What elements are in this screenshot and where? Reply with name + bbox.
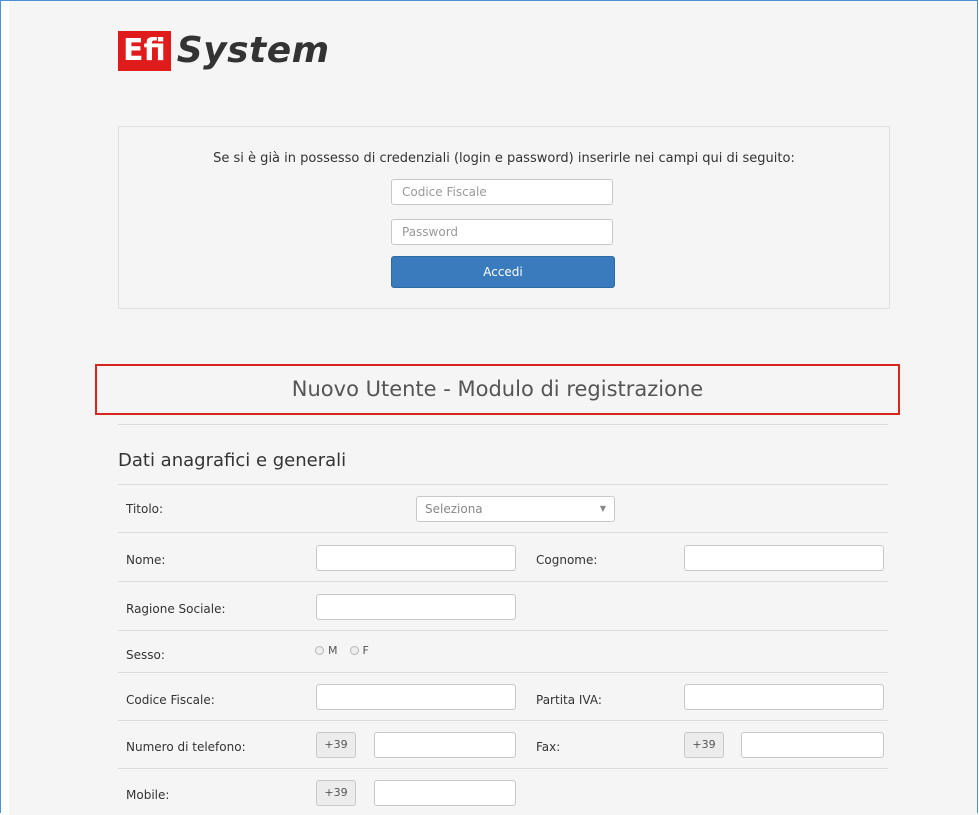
login-codice-fiscale-input[interactable]: [391, 179, 613, 205]
form-row-nome: Nome: Cognome:: [118, 532, 888, 582]
titolo-label: Titolo:: [126, 502, 164, 516]
accedi-button[interactable]: Accedi: [391, 256, 615, 288]
nome-input[interactable]: [316, 545, 516, 571]
form-row-sesso: Sesso: M F: [118, 630, 888, 673]
telefono-label: Numero di telefono:: [126, 740, 246, 754]
form-row-ragione-sociale: Ragione Sociale:: [118, 581, 888, 631]
codice-fiscale-input[interactable]: [316, 684, 516, 710]
fax-input[interactable]: [741, 732, 884, 758]
efi-system-logo: Efi System: [118, 31, 330, 71]
sesso-label: Sesso:: [126, 648, 165, 662]
form-row-codice-fiscale: Codice Fiscale: Partita IVA:: [118, 672, 888, 721]
form-row-telefono: Numero di telefono: +39 Fax: +39: [118, 720, 888, 769]
partita-iva-input[interactable]: [684, 684, 884, 710]
codice-fiscale-label: Codice Fiscale:: [126, 693, 215, 707]
mobile-label: Mobile:: [126, 788, 170, 802]
cognome-input[interactable]: [684, 545, 884, 571]
nome-label: Nome:: [126, 553, 166, 567]
titolo-select-value: Seleziona: [425, 502, 483, 516]
sesso-f-radio[interactable]: [349, 646, 359, 655]
form-row-mobile: Mobile: +39: [118, 768, 888, 815]
sesso-m-radio[interactable]: [315, 646, 324, 655]
mobile-prefix: +39: [316, 780, 356, 806]
sesso-m-label: M: [328, 644, 338, 657]
telefono-prefix: +39: [316, 732, 356, 758]
login-password-input[interactable]: [391, 219, 613, 245]
cognome-label: Cognome:: [536, 553, 598, 567]
logo-system-text: System: [176, 30, 330, 71]
login-panel: Se si è già in possesso di credenziali (…: [118, 126, 890, 309]
titolo-select[interactable]: Seleziona ▼: [416, 496, 615, 522]
sesso-radio-group: M F: [315, 644, 381, 657]
divider: [118, 424, 888, 425]
ragione-sociale-input[interactable]: [316, 594, 516, 620]
fax-label: Fax:: [536, 740, 561, 754]
ragione-sociale-label: Ragione Sociale:: [126, 602, 226, 616]
telefono-input[interactable]: [374, 732, 516, 758]
fax-prefix: +39: [684, 732, 724, 758]
login-intro-text: Se si è già in possesso di credenziali (…: [213, 151, 795, 166]
chevron-down-icon: ▼: [599, 504, 606, 513]
mobile-input[interactable]: [374, 780, 516, 806]
partita-iva-label: Partita IVA:: [536, 693, 602, 707]
section-title: Dati anagrafici e generali: [118, 450, 347, 471]
form-row-titolo: Titolo: Seleziona ▼: [118, 484, 888, 533]
logo-efi-mark: Efi: [118, 31, 171, 71]
registration-title: Nuovo Utente - Modulo di registrazione: [95, 364, 900, 415]
page: Efi System Se si è già in possesso di cr…: [9, 1, 977, 815]
sesso-f-label: F: [362, 644, 369, 657]
